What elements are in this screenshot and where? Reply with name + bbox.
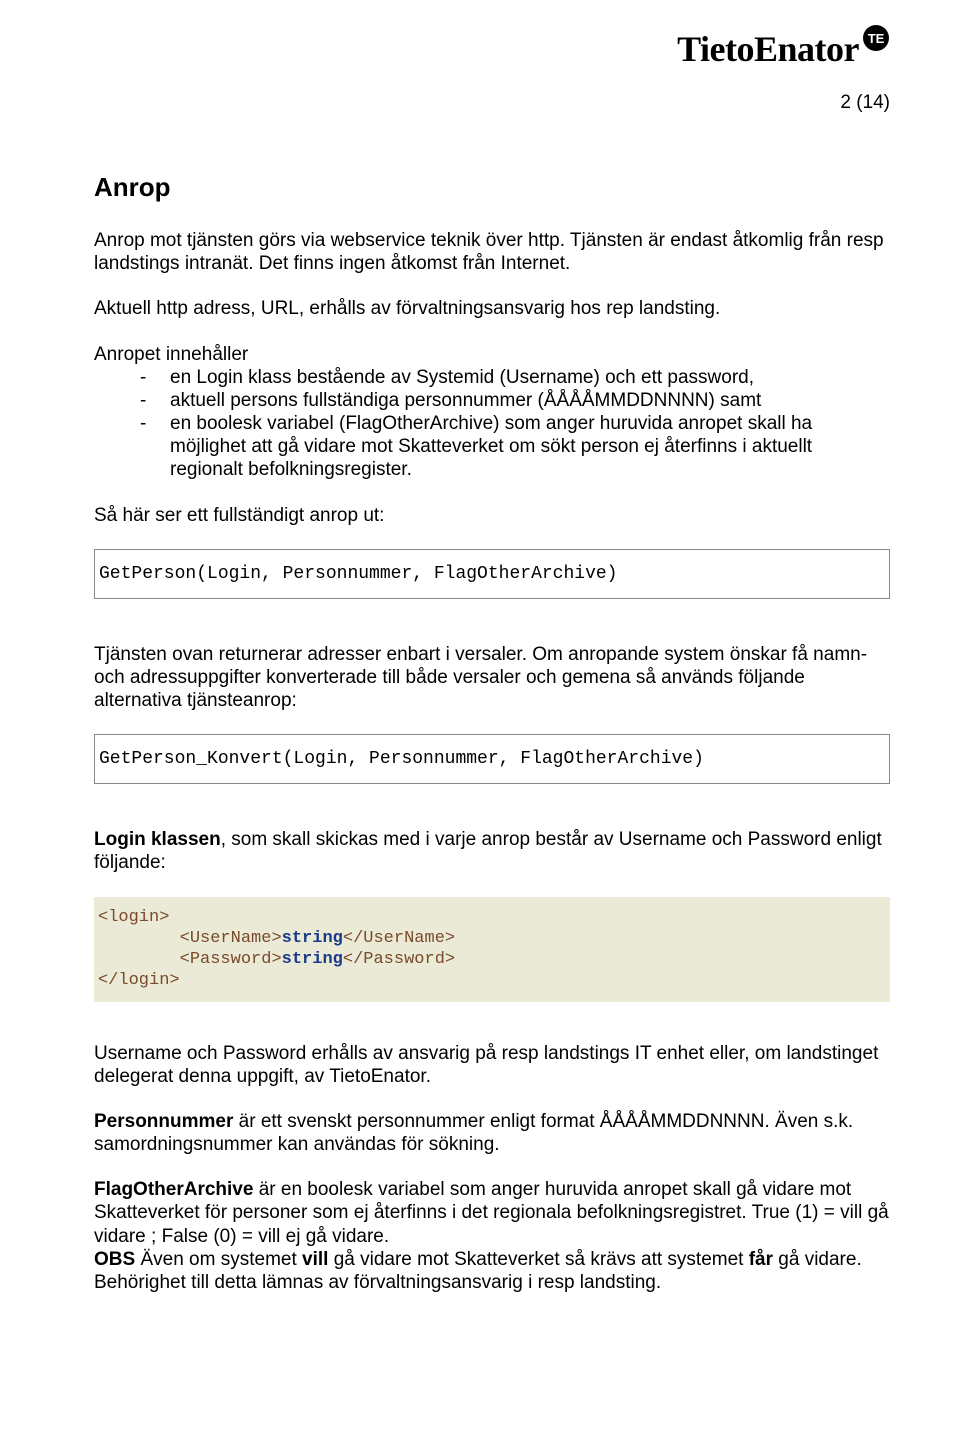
xml-password-close: </Password> [343,950,455,969]
xml-username-open: <UserName> [180,929,282,948]
paragraph-intro-1: Anrop mot tjänsten görs via webservice t… [94,229,890,275]
xml-password-value: string [282,950,343,969]
logo-text: TietoEnator [677,28,859,70]
list-intro: Anropet innehåller [94,343,890,366]
obs-far: får [749,1249,773,1270]
document-page: TietoEnator TE 2 (14) Anrop Anrop mot tj… [0,0,960,1447]
paragraph-personnummer: Personnummer är ett svenskt personnummer… [94,1110,890,1156]
obs-mid2: gå vidare mot Skatteverket så krävs att … [328,1249,748,1270]
obs-mid1: Även om systemet [135,1249,302,1270]
code-block-getperson: GetPerson(Login, Personnummer, FlagOther… [94,549,890,599]
list-item: en boolesk variabel (FlagOtherArchive) s… [94,412,890,482]
paragraph-konvert: Tjänsten ovan returnerar adresser enbart… [94,643,890,713]
obs-lead: OBS [94,1249,135,1270]
svg-text:TE: TE [868,31,885,46]
personnummer-lead: Personnummer [94,1111,233,1132]
paragraph-obs: OBS Även om systemet vill gå vidare mot … [94,1248,890,1294]
xml-login-open: <login> [98,908,169,927]
bullet-list: en Login klass bestående av Systemid (Us… [94,366,890,482]
obs-vill: vill [302,1249,328,1270]
paragraph-flagotherarchive: FlagOtherArchive är en boolesk variabel … [94,1178,890,1248]
list-item: en Login klass bestående av Systemid (Us… [94,366,890,389]
paragraph-username-password: Username och Password erhålls av ansvari… [94,1042,890,1088]
code-block-getperson-konvert: GetPerson_Konvert(Login, Personnummer, F… [94,734,890,784]
logo-badge-icon: TE [862,24,890,52]
page-number: 2 (14) [94,92,890,114]
xml-username-value: string [282,929,343,948]
section-title: Anrop [94,172,890,203]
paragraph-login-klassen: Login klassen, som skall skickas med i v… [94,828,890,874]
paragraph-intro-2: Aktuell http adress, URL, erhålls av för… [94,297,890,320]
login-klassen-lead: Login klassen [94,829,221,850]
company-logo: TietoEnator TE [677,28,890,70]
xml-login-close: </login> [98,971,180,990]
xml-block-login: <login> <UserName>string</UserName> <Pas… [94,897,890,1002]
flag-lead: FlagOtherArchive [94,1179,253,1200]
xml-username-close: </UserName> [343,929,455,948]
paragraph-full-call: Så här ser ett fullständigt anrop ut: [94,504,890,527]
logo-row: TietoEnator TE [94,28,890,70]
xml-password-open: <Password> [180,950,282,969]
list-item: aktuell persons fullständiga personnumme… [94,389,890,412]
